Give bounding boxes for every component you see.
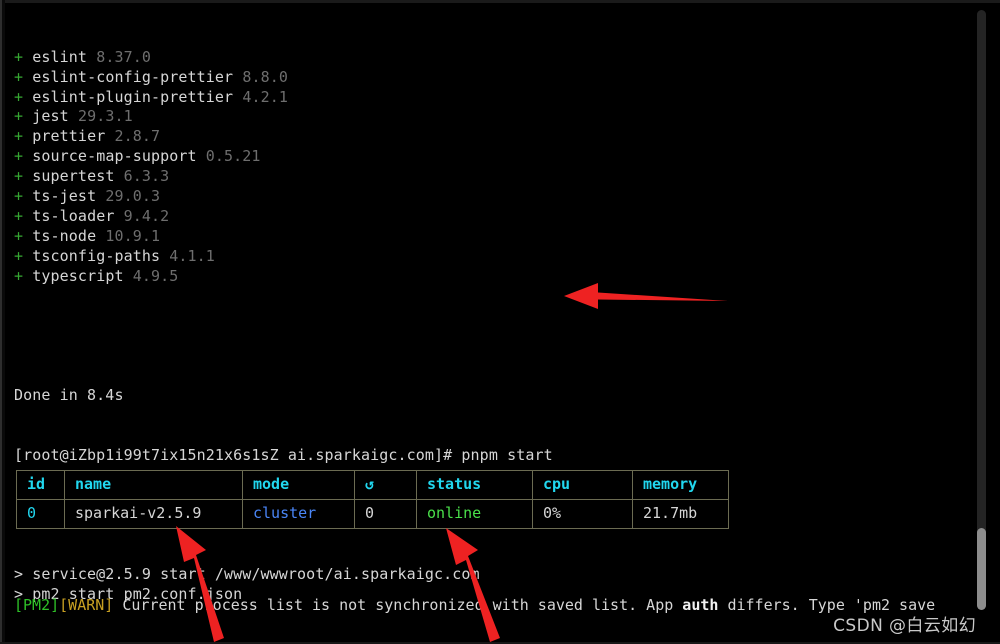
package-version: 29.0.3 <box>105 187 161 206</box>
install-line: + ts-node 10.9.1 <box>14 227 964 247</box>
cell-memory: 21.7mb <box>632 499 729 529</box>
cell-name: sparkai-v2.5.9 <box>64 499 243 529</box>
plus-icon: + <box>14 206 24 225</box>
package-version: 8.8.0 <box>242 67 288 86</box>
install-line: + eslint-config-prettier 8.8.0 <box>14 68 964 88</box>
package-name: prettier <box>32 127 106 146</box>
package-version: 6.3.3 <box>123 167 170 186</box>
command-prompt-line: [root@iZbp1i99t7ix15n21x6s1sZ ai.sparkai… <box>14 445 553 464</box>
cell-id: 0 <box>16 499 65 529</box>
install-line: + prettier 2.8.7 <box>14 127 964 147</box>
install-line: + typescript 4.9.5 <box>14 267 964 287</box>
plus-icon: + <box>14 87 24 106</box>
package-name: typescript <box>32 266 124 285</box>
terminal-window: + eslint 8.37.0 + eslint-config-prettier … <box>0 0 1000 644</box>
pm2-tag: [PM2] <box>14 595 60 614</box>
status-badge: online <box>416 499 533 529</box>
package-name: jest <box>32 107 69 126</box>
package-name: source-map-support <box>32 147 197 166</box>
done-line: Done in 8.4s <box>14 386 124 405</box>
package-name: eslint <box>32 47 88 66</box>
pm2-process-table: id name mode ↺ status cpu memory 0 spark… <box>16 470 729 529</box>
install-line: + eslint-plugin-prettier 4.2.1 <box>14 88 964 108</box>
table-row: 0 sparkai-v2.5.9 cluster 0 online 0% 21.… <box>16 499 729 529</box>
install-line: + source-map-support 0.5.21 <box>14 147 964 167</box>
package-version: 29.3.1 <box>77 107 133 126</box>
sync-warning-line: [PM2][WARN] Current process list is not … <box>14 596 964 616</box>
vertical-scrollbar-track[interactable] <box>977 10 986 610</box>
install-line: + ts-loader 9.4.2 <box>14 207 964 227</box>
package-version: 2.8.7 <box>114 127 161 146</box>
install-line: + ts-jest 29.0.3 <box>14 187 964 207</box>
column-header-name: name <box>64 470 243 500</box>
cell-restarts: 0 <box>354 499 417 529</box>
plus-icon: + <box>14 167 24 186</box>
package-version: 4.9.5 <box>132 266 179 285</box>
plus-icon: + <box>14 246 24 265</box>
table-header-row: id name mode ↺ status cpu memory <box>16 470 729 500</box>
column-header-status: status <box>416 470 533 500</box>
install-line: + jest 29.3.1 <box>14 107 964 127</box>
column-header-mode: mode <box>242 470 355 500</box>
package-name: tsconfig-paths <box>32 246 161 265</box>
warn-tag: [WARN] <box>59 595 114 614</box>
terminal-tail-output: [PM2][WARN] Current process list is not … <box>14 556 964 644</box>
package-name: ts-loader <box>32 206 115 225</box>
plus-icon: + <box>14 187 24 206</box>
install-line: + tsconfig-paths 4.1.1 <box>14 247 964 267</box>
window-left-inner-border <box>2 0 5 644</box>
plus-icon: + <box>14 226 24 245</box>
package-version: 4.1.1 <box>169 246 215 265</box>
package-version: 4.2.1 <box>242 87 288 106</box>
package-version: 9.4.2 <box>123 206 170 225</box>
vertical-scrollbar-thumb[interactable] <box>977 528 986 610</box>
plus-icon: + <box>14 127 24 146</box>
install-line: + eslint 8.37.0 <box>14 48 964 68</box>
typed-command: pnpm start <box>461 445 553 464</box>
sync-warning-app-name: auth <box>682 595 719 614</box>
package-name: ts-jest <box>32 187 97 206</box>
install-summary-block: + eslint 8.37.0 + eslint-config-prettier … <box>14 48 964 287</box>
plus-icon: + <box>14 47 24 66</box>
plus-icon: + <box>14 67 24 86</box>
plus-icon: + <box>14 147 24 166</box>
package-version: 0.5.21 <box>205 147 261 166</box>
plus-icon: + <box>14 107 24 126</box>
sync-warning-text-before: Current process list is not synchronized… <box>122 595 683 614</box>
plus-icon: + <box>14 266 24 285</box>
package-version: 10.9.1 <box>105 226 161 245</box>
column-header-restart-icon: ↺ <box>354 470 417 500</box>
cell-cpu: 0% <box>532 499 633 529</box>
column-header-memory: memory <box>632 470 729 500</box>
terminal-output[interactable]: + eslint 8.37.0 + eslint-config-prettier … <box>14 8 964 644</box>
install-line: + supertest 6.3.3 <box>14 167 964 187</box>
window-top-border <box>0 0 1000 3</box>
package-name: eslint-plugin-prettier <box>32 87 234 106</box>
column-header-id: id <box>16 470 65 500</box>
package-name: supertest <box>32 167 115 186</box>
package-name: eslint-config-prettier <box>32 67 234 86</box>
cell-mode: cluster <box>242 499 355 529</box>
package-name: ts-node <box>32 226 97 245</box>
csdn-watermark: CSDN @白云如幻 <box>833 616 976 636</box>
column-header-cpu: cpu <box>532 470 633 500</box>
package-version: 8.37.0 <box>96 47 152 66</box>
